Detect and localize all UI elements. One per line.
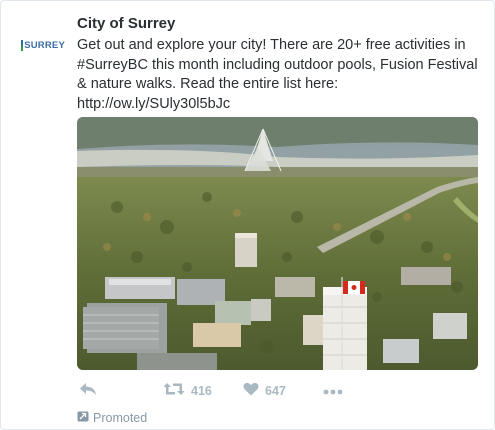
reply-button[interactable] [79,382,97,401]
surrey-logo-mark [21,39,24,51]
tweet-actions: 416 647 [77,381,377,401]
more-button[interactable] [323,382,343,400]
tweet-photo[interactable] [77,117,478,370]
tweet-content: City of Surrey Get out and explore your … [77,15,479,114]
heart-icon [243,382,259,401]
promoted-badge[interactable]: Promoted [77,411,147,425]
city-aerial-image [77,117,478,370]
retweet-count: 416 [191,384,212,398]
promoted-icon [77,411,89,425]
promoted-label: Promoted [93,411,148,425]
avatar-wordmark: SURREY [24,39,65,51]
like-button[interactable]: 647 [243,382,286,401]
reply-icon [79,382,97,401]
like-count: 647 [265,384,286,398]
author-name[interactable]: City of Surrey [77,15,479,33]
retweet-icon [163,382,185,401]
more-icon [323,382,343,400]
tweet-text: Get out and explore your city! There are… [77,37,478,112]
avatar[interactable]: SURREY [21,35,65,55]
tweet-card: SURREY City of Surrey Get out and explor… [0,0,495,430]
retweet-button[interactable]: 416 [163,382,212,401]
